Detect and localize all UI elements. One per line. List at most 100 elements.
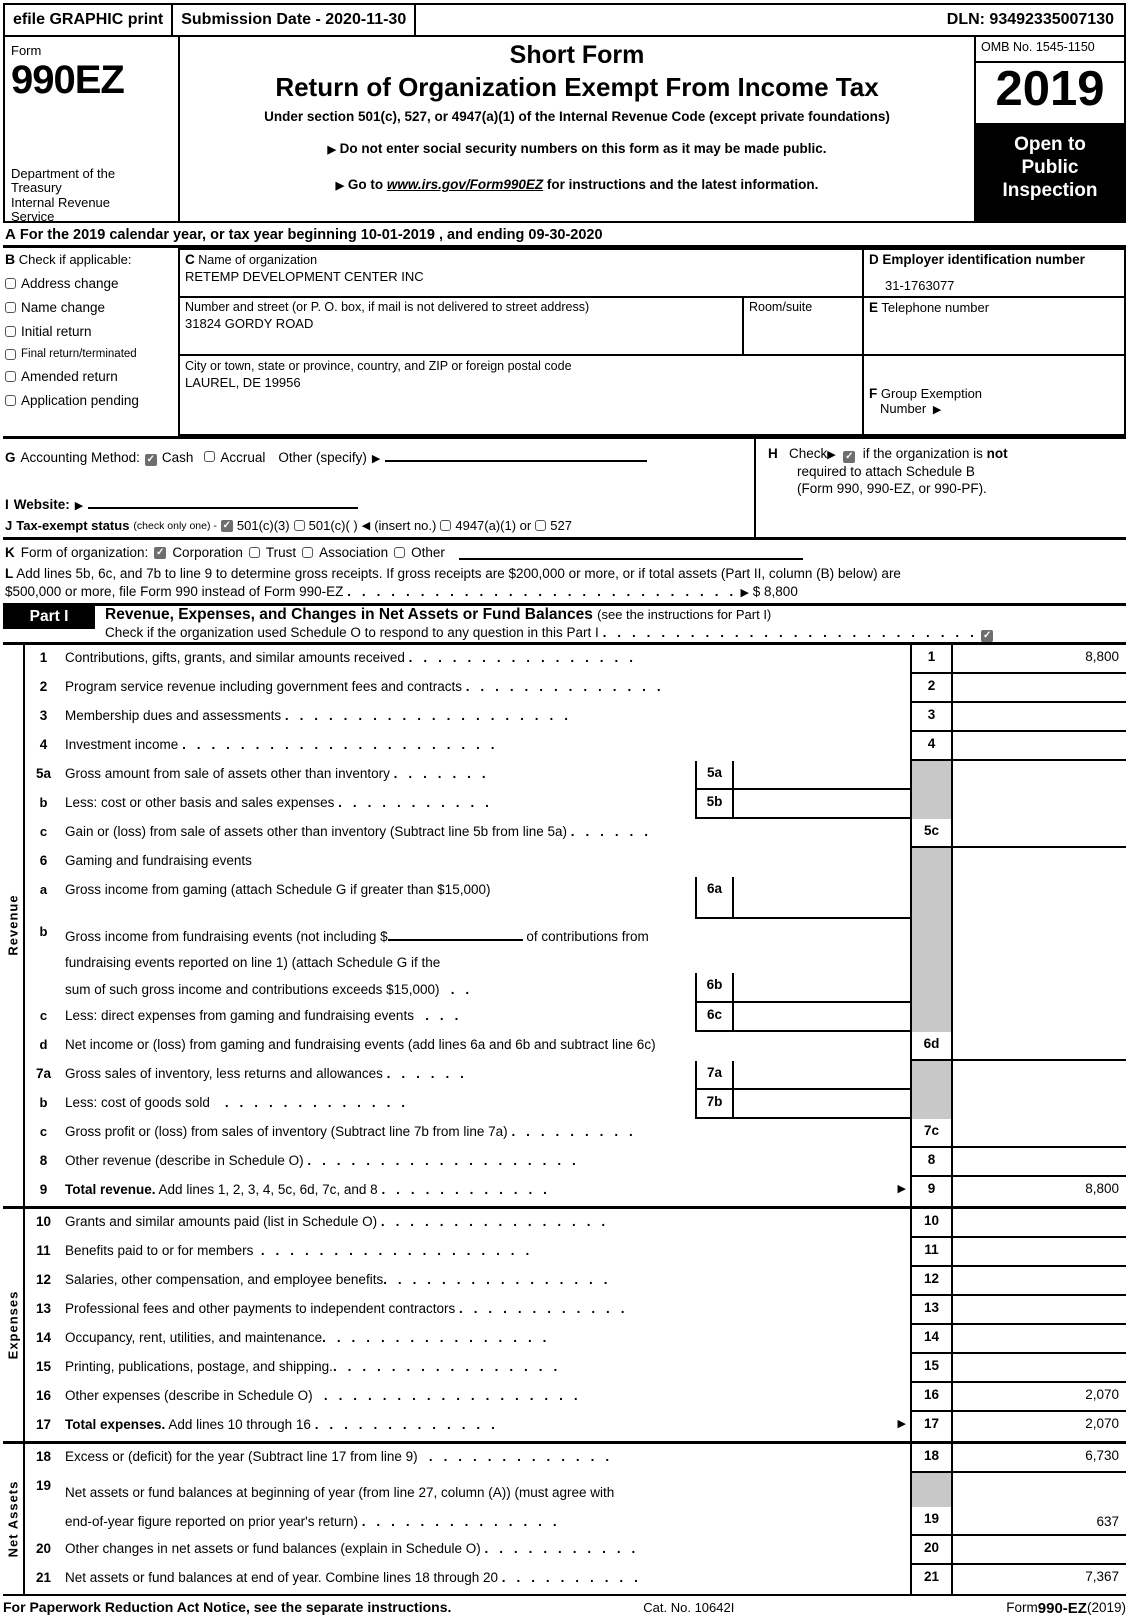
- sub-amount-box: 7a: [695, 1060, 910, 1090]
- option-527-label: 527: [550, 518, 572, 533]
- irs-form990ez-link[interactable]: www.irs.gov/Form990EZ: [387, 177, 543, 192]
- row-number: b: [39, 923, 48, 939]
- row-amount[interactable]: [951, 1060, 1126, 1090]
- left-gij-column: G Accounting Method: ✓ Cash Accrual Othe…: [3, 439, 754, 537]
- checkbox-icon[interactable]: [5, 395, 16, 406]
- row-description: Program service revenue including govern…: [62, 674, 910, 703]
- sub-amount-value[interactable]: [734, 877, 910, 917]
- row-amount[interactable]: [951, 731, 1126, 761]
- checkbox-icon[interactable]: [5, 326, 16, 337]
- checkbox-icon[interactable]: [5, 348, 16, 360]
- row-number: a: [39, 881, 48, 897]
- row-amount[interactable]: [951, 702, 1126, 732]
- row-amount[interactable]: 8,800: [951, 1176, 1126, 1206]
- row-amount[interactable]: [951, 818, 1126, 848]
- org-name-caption: C Name of organization: [185, 252, 862, 267]
- checkbox-other-org-icon[interactable]: [394, 547, 406, 558]
- checkbox-address-change[interactable]: Address change: [5, 276, 174, 291]
- row-description: Total revenue. Add lines 1, 2, 3, 4, 5c,…: [62, 1177, 910, 1206]
- row-amount[interactable]: 2,070: [951, 1411, 1126, 1441]
- checkbox-association-icon[interactable]: [302, 547, 314, 558]
- accounting-other-input[interactable]: [385, 447, 648, 462]
- checkbox-schedule-b-icon[interactable]: ✓: [843, 451, 856, 463]
- checkbox-icon[interactable]: [5, 302, 16, 313]
- checkbox-label: Final return/terminated: [21, 348, 137, 360]
- row-amount[interactable]: 2,070: [951, 1382, 1126, 1412]
- table-row: b Less: cost or other basis and sales ex…: [25, 789, 1126, 819]
- row-number: 16: [35, 1387, 52, 1403]
- open-to-public-inspection-badge: Open to Public Inspection: [976, 125, 1124, 221]
- section-f-letter: F: [869, 386, 878, 401]
- row-amount[interactable]: [951, 1324, 1126, 1354]
- row-amount[interactable]: [951, 918, 1126, 1003]
- checkbox-trust-icon[interactable]: [248, 547, 260, 558]
- row-amount[interactable]: [951, 1535, 1126, 1565]
- row-amount[interactable]: [951, 1237, 1126, 1267]
- checkbox-icon[interactable]: [5, 371, 16, 382]
- row-amount[interactable]: 637: [951, 1472, 1126, 1536]
- checkbox-501c3-icon[interactable]: ✓: [220, 519, 233, 532]
- row-amount[interactable]: [951, 1118, 1126, 1148]
- other-org-input[interactable]: [458, 545, 803, 560]
- row-amount[interactable]: [951, 1295, 1126, 1325]
- row-description-text: Other expenses (describe in Schedule O): [65, 1387, 313, 1403]
- checkbox-label: Application pending: [21, 393, 139, 408]
- table-row: 1 Contributions, gifts, grants, and simi…: [25, 644, 1126, 674]
- row-line-number: 16: [910, 1382, 951, 1412]
- sub-line-number: 6a: [697, 876, 734, 917]
- corporation-label: Corporation: [172, 545, 243, 560]
- expenses-group: Expenses 10 Grants and similar amounts p…: [3, 1208, 1126, 1444]
- row-amount[interactable]: [951, 1089, 1126, 1119]
- section-b-heading: B Check if applicable:: [5, 251, 174, 267]
- row-amount[interactable]: [951, 1002, 1126, 1032]
- checkbox-name-change[interactable]: Name change: [5, 300, 174, 315]
- row-amount[interactable]: [951, 1266, 1126, 1296]
- checkbox-icon[interactable]: [5, 278, 16, 289]
- row-description: Total expenses. Add lines 10 through 16 …: [62, 1412, 910, 1441]
- row-number: b: [39, 794, 48, 810]
- row-amount[interactable]: [951, 847, 1126, 877]
- fundraising-contrib-input[interactable]: [387, 928, 523, 941]
- checkbox-4947a1-icon[interactable]: [440, 520, 452, 531]
- efile-header-bar: efile GRAPHIC print Submission Date - 20…: [3, 3, 1126, 37]
- row-amount[interactable]: [951, 1147, 1126, 1177]
- website-input[interactable]: [88, 494, 359, 509]
- checkbox-application-pending[interactable]: Application pending: [5, 393, 174, 408]
- section-k-form-of-organization: K Form of organization: ✓ Corporation Tr…: [5, 545, 1126, 560]
- sub-line-number: 5b: [697, 789, 734, 817]
- shaded-cell: [910, 1089, 951, 1119]
- checkbox-accrual-icon[interactable]: [204, 451, 216, 462]
- sub-amount-box: 6c: [695, 1002, 910, 1032]
- sub-amount-value[interactable]: [734, 973, 910, 1001]
- row-amount[interactable]: [951, 789, 1126, 819]
- sub-amount-value[interactable]: [734, 1090, 910, 1117]
- sub-amount-value[interactable]: [734, 761, 910, 788]
- checkbox-corporation-icon[interactable]: ✓: [154, 546, 167, 559]
- checkbox-final-return-terminated[interactable]: Final return/terminated: [5, 348, 174, 360]
- row-amount[interactable]: [951, 1031, 1126, 1061]
- sub-amount-value[interactable]: [734, 790, 910, 817]
- street-cell: Number and street (or P. O. box, if mail…: [180, 298, 744, 354]
- row-amount[interactable]: [951, 1208, 1126, 1238]
- sub-amount-value[interactable]: [734, 1003, 910, 1030]
- sub-line-number: 6b: [697, 972, 734, 1001]
- checkbox-initial-return[interactable]: Initial return: [5, 324, 174, 339]
- other-org-label: Other: [411, 545, 445, 560]
- checkbox-527-icon[interactable]: [535, 520, 547, 531]
- row-amount[interactable]: [951, 1353, 1126, 1383]
- row-description: Less: direct expenses from gaming and fu…: [62, 1003, 695, 1032]
- checkbox-schedule-o-icon[interactable]: ✓: [981, 629, 994, 642]
- row-amount[interactable]: 7,367: [951, 1564, 1126, 1594]
- checkbox-amended-return[interactable]: Amended return: [5, 369, 174, 384]
- row-number: 9: [39, 1181, 48, 1197]
- checkbox-cash-icon[interactable]: ✓: [144, 454, 157, 466]
- row-amount[interactable]: [951, 673, 1126, 703]
- row-amount[interactable]: 8,800: [951, 644, 1126, 674]
- row-amount[interactable]: 6,730: [951, 1443, 1126, 1473]
- checkbox-501c-icon[interactable]: [293, 520, 305, 531]
- row-amount[interactable]: [951, 760, 1126, 790]
- table-row: 7a Gross sales of inventory, less return…: [25, 1060, 1126, 1090]
- row-amount[interactable]: [951, 876, 1126, 919]
- sub-amount-value[interactable]: [734, 1061, 910, 1088]
- masthead-center: Short Form Return of Organization Exempt…: [180, 37, 976, 221]
